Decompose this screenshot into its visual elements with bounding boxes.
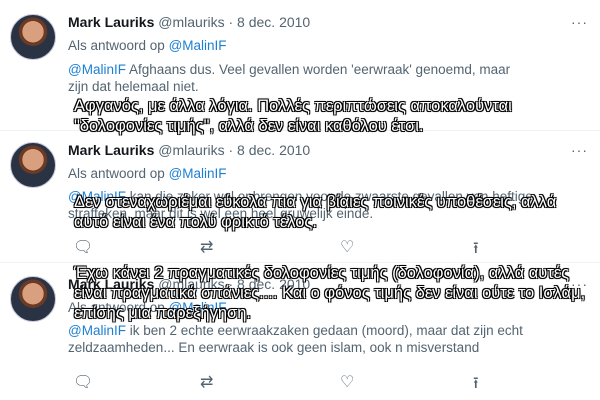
reply-to-link[interactable]: @MalinIF [169, 166, 227, 181]
caption-2: Δεν στεναχωριέμαι εύκολα πια για βίαιες … [74, 193, 557, 231]
avatar[interactable] [10, 142, 56, 188]
avatar[interactable] [10, 276, 56, 322]
tweet-actions: 🗨 ⇄ ♡ ⭱ [68, 372, 498, 392]
reply-context: Als antwoord op @MalinIF [68, 166, 227, 181]
mention-link[interactable]: @MalinIF [68, 323, 126, 338]
caption-3: Έχω κάνει 2 πραγματικές δολοφονίες τιμής… [74, 264, 586, 322]
retweet-icon[interactable]: ⇄ [200, 237, 213, 257]
tweet-text-line-2: zijn dat helemaal niet. [68, 79, 199, 94]
reply-prefix: Als antwoord op [68, 38, 165, 53]
reply-context: Als antwoord op @MalinIF [68, 38, 227, 53]
author-meta: @mlauriks · 8 dec. 2010 [158, 142, 311, 158]
heart-icon[interactable]: ♡ [340, 237, 354, 257]
tweet-text-line-1: Afghaans dus. Veel gevallen worden 'eerw… [125, 62, 511, 77]
share-icon[interactable]: ⭱ [473, 237, 479, 264]
tweet-text: @MalinIF ik ben 2 echte eerwraakzaken ge… [68, 322, 573, 356]
avatar[interactable] [10, 14, 56, 60]
caption-1: Αφγανός, με άλλα λόγια. Πολλές περιπτώσε… [74, 97, 512, 135]
author-name[interactable]: Mark Lauriks [68, 14, 154, 30]
heart-icon[interactable]: ♡ [340, 372, 354, 392]
tweet-text-line-2: zeldzaamheden... En eerwraak is ook geen… [68, 340, 480, 355]
reply-icon[interactable]: 🗨 [73, 237, 93, 257]
retweet-icon[interactable]: ⇄ [200, 372, 213, 392]
tweet-text: @MalinIF Afghaans dus. Veel gevallen wor… [68, 61, 573, 95]
reply-prefix: Als antwoord op [68, 166, 165, 181]
tweet-actions: 🗨 ⇄ ♡ ⭱ [68, 237, 498, 257]
tweet-header: Mark Lauriks @mlauriks · 8 dec. 2010 [68, 142, 310, 158]
author-name[interactable]: Mark Lauriks [68, 142, 154, 158]
tweet-text-line-1: ik ben 2 echte eerwraakzaken gedaan (moo… [125, 323, 523, 338]
mention-link[interactable]: @MalinIF [68, 62, 126, 77]
author-meta: @mlauriks · 8 dec. 2010 [158, 14, 311, 30]
more-options-icon[interactable]: ··· [571, 142, 588, 158]
more-options-icon[interactable]: ··· [571, 14, 588, 30]
reply-to-link[interactable]: @MalinIF [169, 38, 227, 53]
share-icon[interactable]: ⭱ [473, 372, 479, 399]
tweet-header: Mark Lauriks @mlauriks · 8 dec. 2010 [68, 14, 310, 30]
reply-icon[interactable]: 🗨 [73, 372, 93, 392]
